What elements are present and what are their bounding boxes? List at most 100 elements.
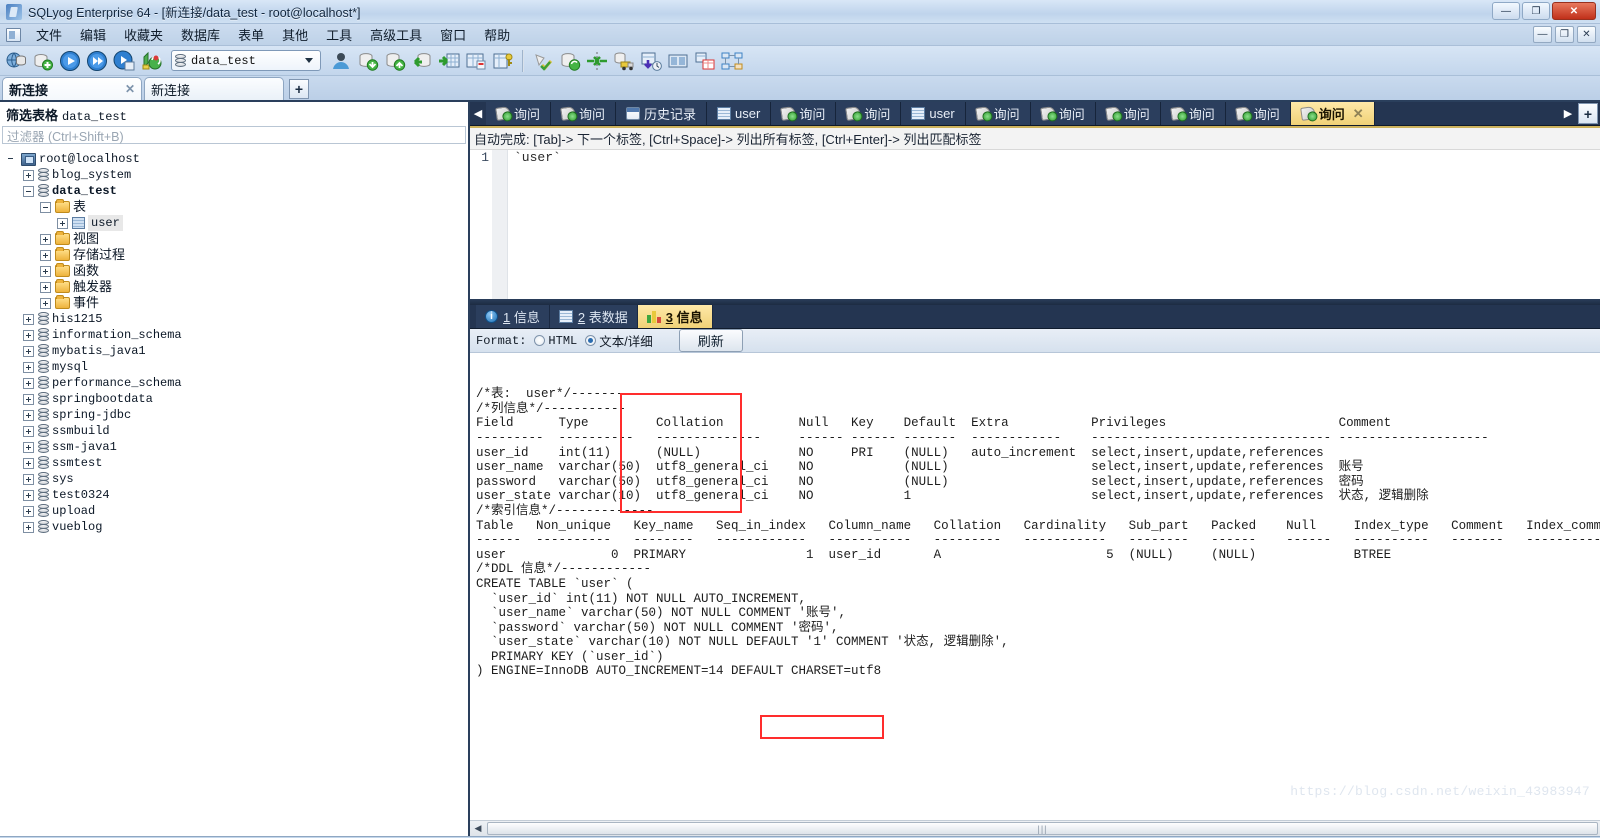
expand-icon[interactable] [23,345,34,357]
result-tab-1-info[interactable]: i 1 信息 [476,305,550,328]
execute-stepwise-icon[interactable] [112,49,136,73]
tree-node[interactable]: 事件 [6,295,468,311]
filter-input[interactable]: 过滤器 (Ctrl+Shift+B) [2,126,466,144]
menu-item-database[interactable]: 数据库 [172,23,229,46]
close-icon[interactable]: ✕ [1353,106,1364,122]
backup-database-icon[interactable] [356,49,380,73]
tree-node[interactable]: mysql [6,359,468,375]
maximize-button[interactable]: ❐ [1522,2,1550,20]
tab-scroll-right-icon[interactable]: ▶ [1560,102,1576,125]
menu-item-favorites[interactable]: 收藏夹 [115,23,172,46]
expand-icon[interactable] [23,505,34,517]
tree-node[interactable]: mybatis_java1 [6,343,468,359]
refresh-object-browser-icon[interactable] [139,49,163,73]
refresh-button[interactable]: 刷新 [678,329,743,352]
expand-icon[interactable] [23,313,34,325]
sync-database-icon[interactable] [558,49,582,73]
new-connection-icon[interactable] [31,49,55,73]
menu-item-file[interactable]: 文件 [27,23,71,46]
expand-icon[interactable] [23,329,34,341]
query-tab[interactable]: 询问 ✕ [1290,102,1375,125]
minimize-button[interactable]: — [1492,2,1520,20]
export-table-data-icon[interactable] [437,49,461,73]
sql-code-text[interactable]: `user` [508,150,561,299]
expand-icon[interactable] [23,393,34,405]
restore-database-icon[interactable] [383,49,407,73]
menu-item-advanced-tools[interactable]: 高级工具 [361,23,431,46]
expand-icon[interactable] [40,297,51,309]
scheduled-backup-icon[interactable] [639,49,663,73]
tree-node[interactable]: springbootdata [6,391,468,407]
scrollbar-thumb[interactable]: ||| [487,822,1598,835]
format-option-text[interactable]: 文本/详细 [585,331,653,350]
expand-icon[interactable] [23,169,34,181]
result-tab-3-info[interactable]: 3 信息 [637,305,713,328]
tree-node[interactable]: 触发器 [6,279,468,295]
connection-manager-icon[interactable] [4,49,28,73]
expand-icon[interactable] [23,489,34,501]
expand-icon[interactable] [23,409,34,421]
mdi-close-button[interactable]: ✕ [1577,26,1596,43]
tree-node[interactable]: 函数 [6,263,468,279]
table-diagnostics-icon[interactable] [464,49,488,73]
tree-node[interactable]: user [6,215,468,231]
query-tab[interactable]: 询问 [1225,102,1291,125]
close-icon[interactable]: ✕ [115,82,135,96]
query-tab[interactable]: 询问 [836,102,902,125]
connection-tab-active[interactable]: 新连接 ✕ [2,77,142,100]
query-tab[interactable]: user [901,102,966,125]
query-builder-icon[interactable] [693,49,717,73]
query-tab[interactable]: 询问 [551,102,617,125]
tree-node[interactable]: data_test [6,183,468,199]
query-tab[interactable]: 询问 [486,102,552,125]
tree-node[interactable]: ssm-java1 [6,439,468,455]
editor-body[interactable]: 1 `user` [470,150,1600,299]
expand-icon[interactable] [23,361,34,373]
horizontal-scrollbar[interactable]: ◀ ||| [470,820,1600,836]
result-output-text[interactable]: /*表: user*/-------------/*列信息*/---------… [470,353,1600,820]
tree-node[interactable]: vueblog [6,519,468,535]
menu-item-edit[interactable]: 编辑 [71,23,115,46]
tree-node[interactable]: test0324 [6,487,468,503]
tree-node[interactable]: performance_schema [6,375,468,391]
expand-icon[interactable] [40,265,51,277]
collapse-icon[interactable] [23,185,34,197]
tab-scroll-left-icon[interactable]: ◀ [470,102,486,125]
expand-icon[interactable] [40,233,51,245]
database-selector[interactable]: data_test [171,50,321,71]
menu-item-tools[interactable]: 工具 [317,23,361,46]
query-tab[interactable]: 询问 [965,102,1031,125]
connection-tab-secondary[interactable]: 新连接 [144,77,284,100]
menu-item-table[interactable]: 表单 [229,23,273,46]
tree-node[interactable]: ssmbuild [6,423,468,439]
menu-item-others[interactable]: 其他 [273,23,317,46]
er-diagram-icon[interactable] [720,49,744,73]
tree-node[interactable]: his1215 [6,311,468,327]
expand-icon[interactable] [40,249,51,261]
mdi-minimize-button[interactable]: — [1533,26,1552,43]
expand-icon[interactable] [23,521,34,533]
menu-item-help[interactable]: 帮助 [475,23,519,46]
tree-node[interactable]: ssmtest [6,455,468,471]
close-button[interactable]: ✕ [1552,2,1596,20]
execute-all-queries-icon[interactable] [85,49,109,73]
tree-node[interactable]: sys [6,471,468,487]
expand-icon[interactable] [57,217,68,229]
visual-data-compare-icon[interactable] [666,49,690,73]
sql-formatter-icon[interactable] [531,49,555,73]
expand-icon[interactable] [40,281,51,293]
format-option-html[interactable]: HTML [534,334,577,348]
query-tab[interactable]: 询问 [771,102,837,125]
result-tab-2-table-data[interactable]: 2 表数据 [549,305,638,328]
collapse-icon[interactable] [40,201,51,213]
execute-query-icon[interactable] [58,49,82,73]
new-query-tab-button[interactable]: + [1578,103,1598,124]
expand-icon[interactable] [23,473,34,485]
schema-sync-icon[interactable] [585,49,609,73]
tree-node[interactable]: 表 [6,199,468,215]
new-connection-tab-button[interactable]: + [289,79,309,99]
query-tab[interactable]: user [707,102,772,125]
expand-icon[interactable] [23,425,34,437]
query-tab[interactable]: 询问 [1095,102,1161,125]
tree-node[interactable]: spring-jdbc [6,407,468,423]
